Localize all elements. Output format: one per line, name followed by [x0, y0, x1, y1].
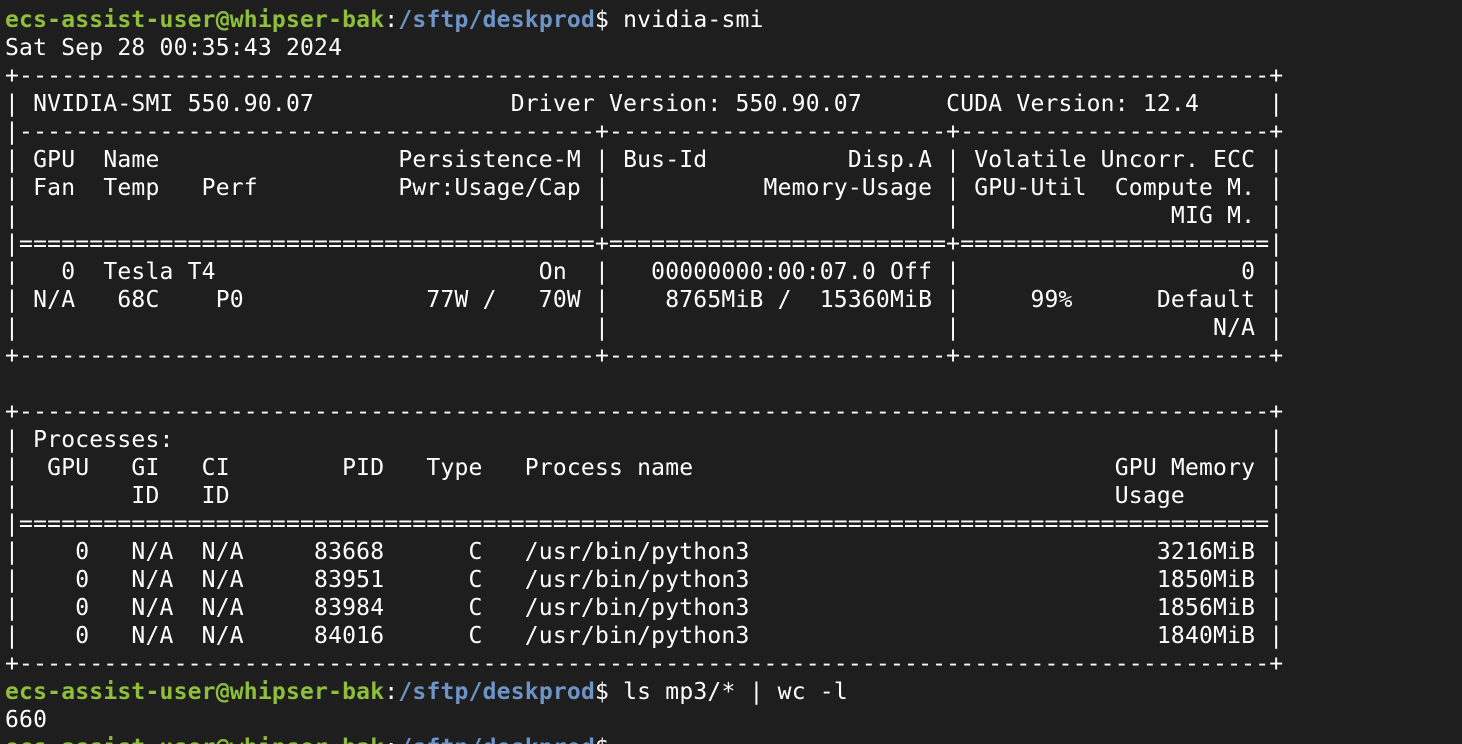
prompt-line-2: ecs-assist-user@whipser-bak:/sftp/deskpr…: [5, 678, 1455, 706]
terminal-output-line: |=======================================…: [5, 511, 1284, 537]
terminal-output-line: |---------------------------------------…: [5, 119, 1284, 145]
command-output-line: 660: [5, 707, 48, 733]
prompt-path: /sftp/deskprod: [398, 679, 596, 705]
prompt-line-3[interactable]: ecs-assist-user@whipser-bak:/sftp/deskpr…: [5, 734, 1455, 744]
terminal-output-line: | 0 N/A N/A 83668 C /usr/bin/python3 321…: [5, 539, 1284, 565]
terminal-output-line: | GPU Name Persistence-M | Bus-Id Disp.A…: [5, 147, 1284, 173]
terminal-output-line: +---------------------------------------…: [5, 63, 1284, 89]
terminal-output-line: | GPU GI CI PID Type Process name GPU Me…: [5, 455, 1284, 481]
nvidia-smi-output: Sat Sep 28 00:35:43 2024 +---------------…: [5, 34, 1455, 678]
terminal-output-line: | | | N/A |: [5, 315, 1284, 341]
terminal-output-line: | N/A 68C P0 77W / 70W | 8765MiB / 15360…: [5, 287, 1284, 313]
command-text: nvidia-smi: [623, 7, 764, 33]
terminal-output-line: | ID ID Usage |: [5, 483, 1284, 509]
prompt-user: ecs-assist-user@whipser-bak: [5, 679, 385, 705]
prompt-separator: :: [384, 679, 399, 705]
terminal-output-line: | 0 N/A N/A 84016 C /usr/bin/python3 184…: [5, 623, 1284, 649]
terminal-output-line: Sat Sep 28 00:35:43 2024: [5, 35, 343, 61]
terminal-output-line: | 0 N/A N/A 83951 C /usr/bin/python3 185…: [5, 567, 1284, 593]
prompt-symbol: $: [595, 7, 624, 33]
terminal-window[interactable]: ecs-assist-user@whipser-bak:/sftp/deskpr…: [5, 6, 1455, 744]
command-text: ls mp3/* | wc -l: [623, 679, 848, 705]
terminal-output-line: | 0 N/A N/A 83984 C /usr/bin/python3 185…: [5, 595, 1284, 621]
prompt-symbol: $: [595, 679, 624, 705]
terminal-output-line: | NVIDIA-SMI 550.90.07 Driver Version: 5…: [5, 91, 1284, 117]
prompt-separator: :: [384, 7, 399, 33]
terminal-output-line: |=======================================…: [5, 231, 1284, 257]
terminal-output-line: +---------------------------------------…: [5, 343, 1284, 369]
prompt-line-1: ecs-assist-user@whipser-bak:/sftp/deskpr…: [5, 6, 1455, 34]
terminal-output-line: +---------------------------------------…: [5, 651, 1284, 677]
terminal-output-line: | | | MIG M. |: [5, 203, 1284, 229]
terminal-output-line: | Fan Temp Perf Pwr:Usage/Cap | Memory-U…: [5, 175, 1284, 201]
prompt-path: /sftp/deskprod: [398, 7, 596, 33]
terminal-output-line: | 0 Tesla T4 On | 00000000:00:07.0 Off |…: [5, 259, 1284, 285]
terminal-output-line: | Processes: |: [5, 427, 1284, 453]
prompt-user: ecs-assist-user@whipser-bak: [5, 7, 385, 33]
terminal-output-line: +---------------------------------------…: [5, 399, 1284, 425]
